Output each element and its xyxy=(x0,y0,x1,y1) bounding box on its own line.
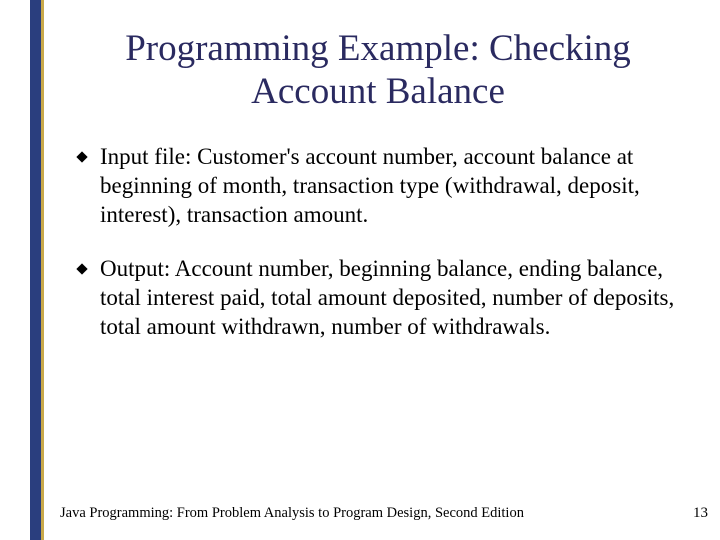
slide-content: Programming Example: Checking Account Ba… xyxy=(44,0,720,540)
diamond-bullet-icon xyxy=(76,151,87,162)
diamond-bullet-icon xyxy=(76,264,87,275)
footer-text: Java Programming: From Problem Analysis … xyxy=(60,505,524,522)
bullet-list: Input file: Customer's account number, a… xyxy=(60,143,696,342)
list-item-text: Output: Account number, beginning balanc… xyxy=(100,256,674,339)
slide-title: Programming Example: Checking Account Ba… xyxy=(60,28,696,113)
list-item-text: Input file: Customer's account number, a… xyxy=(100,144,640,227)
list-item: Input file: Customer's account number, a… xyxy=(76,143,696,229)
list-item: Output: Account number, beginning balanc… xyxy=(76,255,696,341)
left-vertical-rail xyxy=(30,0,41,540)
page-number: 13 xyxy=(693,505,708,522)
